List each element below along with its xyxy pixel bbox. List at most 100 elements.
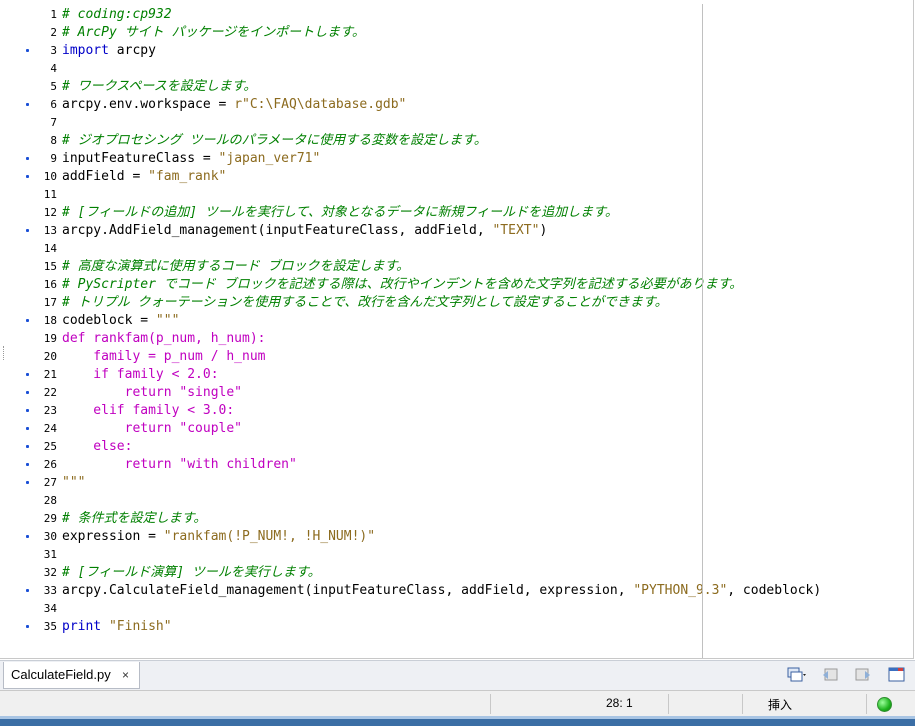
code-editor[interactable]: 1 # coding:cp932 2 # ArcPy サイト パッケージをインポートし… — [0, 0, 914, 659]
breakpoint-marker-icon[interactable] — [26, 49, 29, 52]
tab-label: CalculateField.py — [11, 667, 111, 682]
close-icon[interactable]: × — [122, 662, 129, 688]
code-text: arcpy.env.workspace = r"C:\FAQ\database.… — [62, 96, 406, 114]
code-line[interactable]: 16 # PyScripter でコード ブロックを記述する際は、改行やインデント… — [0, 276, 913, 294]
code-line[interactable]: 7 — [0, 114, 913, 132]
code-line[interactable]: 9 inputFeatureClass = "japan_ver71" — [0, 150, 913, 168]
line-number: 7 — [50, 116, 57, 129]
code-line[interactable]: 1 # coding:cp932 — [0, 6, 913, 24]
tab-calculatefield[interactable]: CalculateField.py × — [3, 662, 140, 689]
code-line[interactable]: 13 arcpy.AddField_management(inputFeature… — [0, 222, 913, 240]
line-number: 22 — [43, 386, 57, 399]
code-token: return "couple" — [62, 421, 243, 436]
code-token: def rankfam(p_num, h_num): — [62, 331, 266, 346]
code-token: else: — [62, 439, 133, 454]
line-number: 32 — [43, 566, 57, 579]
status-separator — [866, 694, 867, 714]
line-number: 30 — [43, 530, 57, 543]
code-text: # 条件式を設定します。 — [62, 510, 206, 528]
code-line[interactable]: 31 — [0, 546, 913, 564]
breakpoint-marker-icon[interactable] — [26, 157, 29, 160]
code-text: import arcpy — [62, 42, 156, 60]
code-line[interactable]: 30 expression = "rankfam(!P_NUM!, !H_NUM!… — [0, 528, 913, 546]
breakpoint-marker-icon[interactable] — [26, 625, 29, 628]
code-token: # トリプル クォーテーションを使用することで、改行を含んだ文字列として設定する… — [62, 295, 668, 310]
window-icon[interactable] — [887, 666, 907, 684]
code-line[interactable]: 8 # ジオプロセシング ツールのパラメータに使用する変数を設定します。 — [0, 132, 913, 150]
code-line[interactable]: 26 return "with children" — [0, 456, 913, 474]
code-token: # [フィールド演算] ツールを実行します。 — [62, 565, 321, 580]
code-text: # 高度な演算式に使用するコード ブロックを設定します。 — [62, 258, 409, 276]
code-text: expression = "rankfam(!P_NUM!, !H_NUM!)" — [62, 528, 375, 546]
breakpoint-marker-icon[interactable] — [26, 409, 29, 412]
code-token: arcpy.env.workspace = — [62, 97, 235, 112]
code-line[interactable]: 32 # [フィールド演算] ツールを実行します。 — [0, 564, 913, 582]
line-number: 31 — [43, 548, 57, 561]
code-line[interactable]: 19 def rankfam(p_num, h_num): — [0, 330, 913, 348]
code-token: "rankfam(!P_NUM!, !H_NUM!)" — [163, 529, 376, 544]
code-token: "TEXT" — [492, 223, 540, 238]
code-line[interactable]: 25 else: — [0, 438, 913, 456]
code-text: inputFeatureClass = "japan_ver71" — [62, 150, 320, 168]
code-line[interactable]: 20 family = p_num / h_num — [0, 348, 913, 366]
breakpoint-marker-icon[interactable] — [26, 445, 29, 448]
code-line[interactable]: 24 return "couple" — [0, 420, 913, 438]
code-line[interactable]: 28 — [0, 492, 913, 510]
code-line[interactable]: 2 # ArcPy サイト パッケージをインポートします。 — [0, 24, 913, 42]
line-number: 10 — [43, 170, 57, 183]
breakpoint-marker-icon[interactable] — [26, 427, 29, 430]
code-line[interactable]: 3 import arcpy — [0, 42, 913, 60]
code-line[interactable]: 14 — [0, 240, 913, 258]
code-token: "Finish" — [108, 619, 172, 634]
code-line[interactable]: 35 print "Finish" — [0, 618, 913, 636]
breakpoint-marker-icon[interactable] — [26, 463, 29, 466]
code-token: r"C:\FAQ\database.gdb" — [234, 97, 407, 112]
code-line[interactable]: 33 arcpy.CalculateField_management(inputF… — [0, 582, 913, 600]
code-token: # coding:cp932 — [62, 7, 172, 22]
code-line[interactable]: 10 addField = "fam_rank" — [0, 168, 913, 186]
code-line[interactable]: 5 # ワークスペースを設定します。 — [0, 78, 913, 96]
window-layout-icon[interactable] — [786, 666, 807, 684]
code-token: addField = — [62, 169, 149, 184]
code-text: arcpy.AddField_management(inputFeatureCl… — [62, 222, 547, 240]
code-line[interactable]: 12 # [フィールドの追加] ツールを実行して、対象となるデータに新規フィールド… — [0, 204, 913, 222]
breakpoint-marker-icon[interactable] — [26, 373, 29, 376]
breakpoint-marker-icon[interactable] — [26, 535, 29, 538]
code-text: # ジオプロセシング ツールのパラメータに使用する変数を設定します。 — [62, 132, 487, 150]
breakpoint-marker-icon[interactable] — [26, 391, 29, 394]
breakpoint-marker-icon[interactable] — [26, 319, 29, 322]
code-line[interactable]: 27 """ — [0, 474, 913, 492]
code-line[interactable]: 21 if family < 2.0: — [0, 366, 913, 384]
code-line[interactable]: 22 return "single" — [0, 384, 913, 402]
breakpoint-marker-icon[interactable] — [26, 229, 29, 232]
breakpoint-marker-icon[interactable] — [26, 589, 29, 592]
nav-back-icon[interactable] — [820, 666, 840, 684]
code-text: arcpy.CalculateField_management(inputFea… — [62, 582, 821, 600]
line-number: 34 — [43, 602, 57, 615]
line-number: 8 — [50, 134, 57, 147]
code-token: return "with children" — [62, 457, 297, 472]
code-line[interactable]: 18 codeblock = """ — [0, 312, 913, 330]
line-number: 35 — [43, 620, 57, 633]
code-line[interactable]: 11 — [0, 186, 913, 204]
code-line[interactable]: 17 # トリプル クォーテーションを使用することで、改行を含んだ文字列として設定… — [0, 294, 913, 312]
line-number: 5 — [50, 80, 57, 93]
breakpoint-marker-icon[interactable] — [26, 175, 29, 178]
code-text: if family < 2.0: — [62, 366, 218, 384]
line-number: 23 — [43, 404, 57, 417]
code-line[interactable]: 6 arcpy.env.workspace = r"C:\FAQ\database… — [0, 96, 913, 114]
code-line[interactable]: 23 elif family < 3.0: — [0, 402, 913, 420]
line-number: 28 — [43, 494, 57, 507]
status-separator — [742, 694, 743, 714]
code-line[interactable]: 29 # 条件式を設定します。 — [0, 510, 913, 528]
code-line[interactable]: 15 # 高度な演算式に使用するコード ブロックを設定します。 — [0, 258, 913, 276]
code-line[interactable]: 34 — [0, 600, 913, 618]
breakpoint-marker-icon[interactable] — [26, 103, 29, 106]
nav-forward-icon[interactable] — [853, 666, 873, 684]
insert-mode-indicator: 挿入 — [768, 698, 793, 712]
code-text: codeblock = """ — [62, 312, 179, 330]
code-token: # ワークスペースを設定します。 — [62, 79, 257, 94]
breakpoint-marker-icon[interactable] — [26, 481, 29, 484]
code-line[interactable]: 4 — [0, 60, 913, 78]
